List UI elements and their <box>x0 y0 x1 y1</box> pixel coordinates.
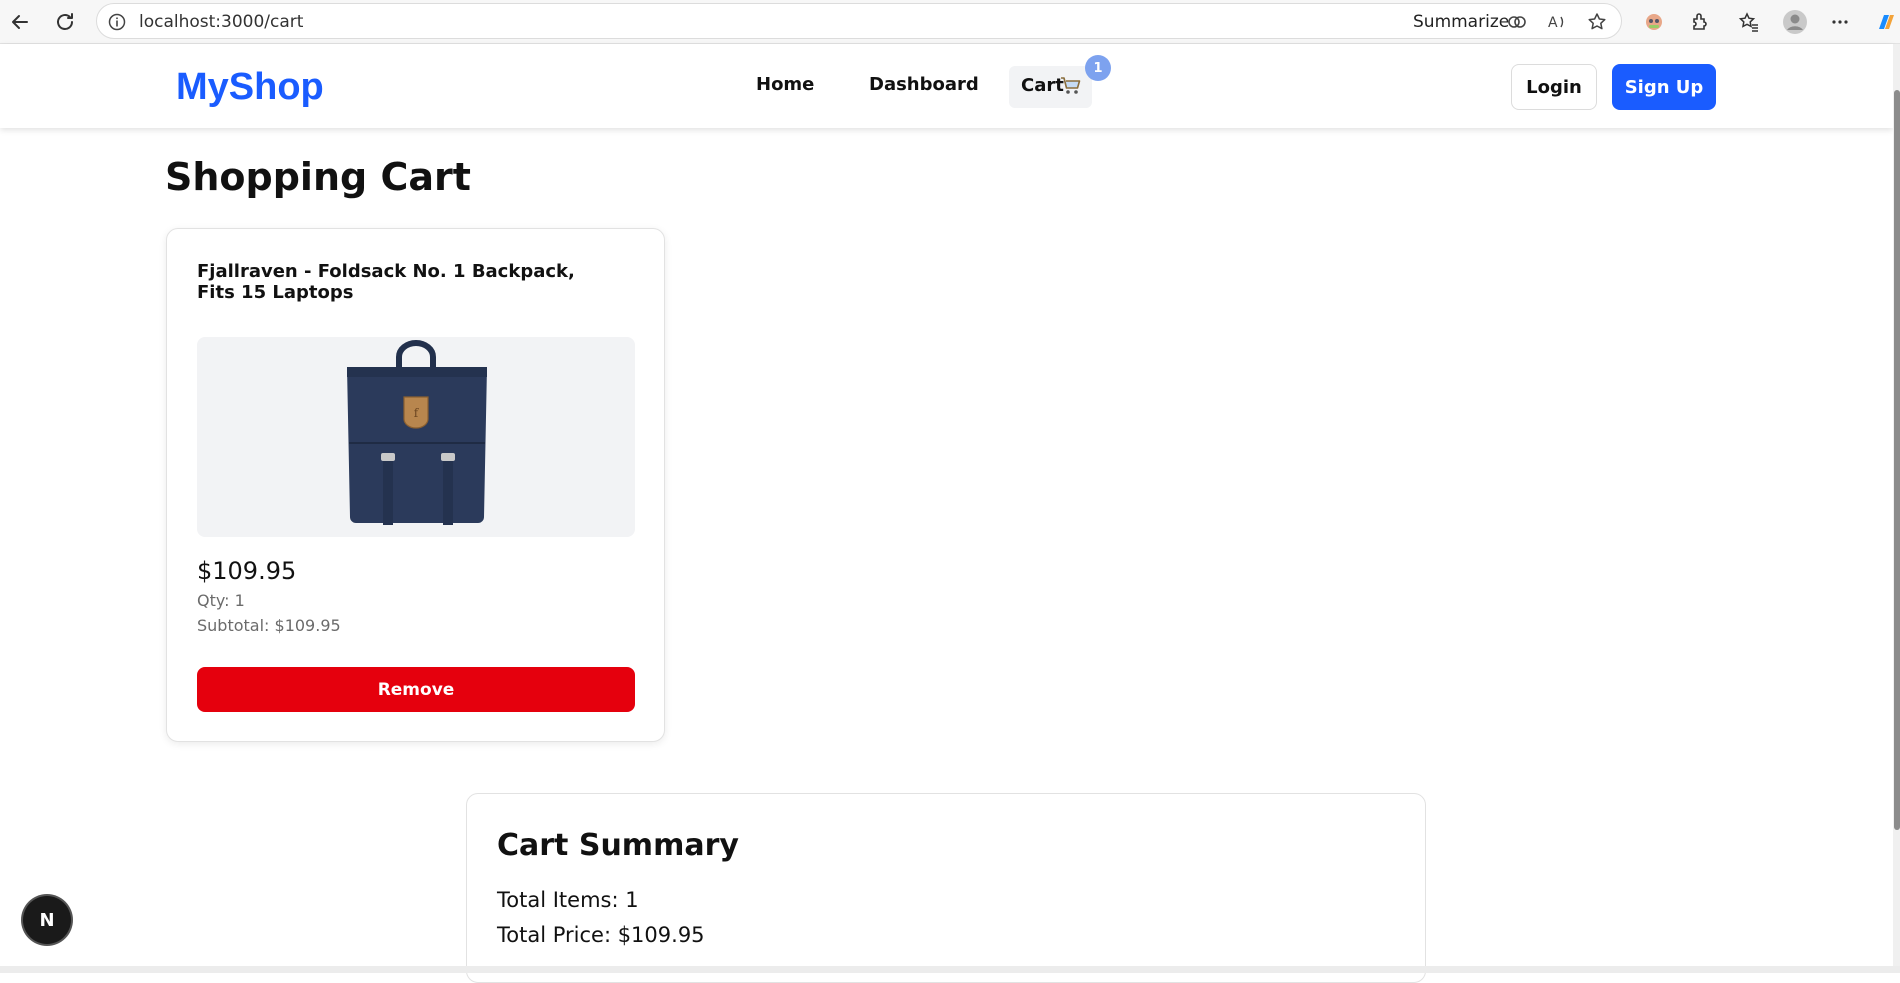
url-text[interactable]: localhost:3000/cart <box>139 12 303 32</box>
browser-toolbar: localhost:3000/cart Summarize A <box>0 0 1900 44</box>
info-icon[interactable] <box>107 12 127 32</box>
signup-button[interactable]: Sign Up <box>1612 64 1716 110</box>
summary-total-items: Total Items: 1 <box>497 888 639 912</box>
scrollbar-thumb[interactable] <box>1894 90 1900 830</box>
nav-cart-link[interactable]: Cart <box>1009 66 1092 108</box>
copilot-icon[interactable] <box>1505 10 1529 34</box>
cart-summary: Cart Summary Total Items: 1 Total Price:… <box>466 793 1426 983</box>
remove-button[interactable]: Remove <box>197 667 635 712</box>
product-title: Fjallraven - Foldsack No. 1 Backpack, Fi… <box>197 261 575 303</box>
nextjs-icon[interactable]: N <box>23 896 71 944</box>
copilot-sidebar-icon[interactable] <box>1872 8 1900 36</box>
summarize-button[interactable]: Summarize <box>1413 12 1509 32</box>
nav-cart-label: Cart <box>1021 75 1064 96</box>
reload-icon[interactable] <box>51 8 79 36</box>
svg-text:N: N <box>39 910 54 931</box>
extensions-icon[interactable] <box>1685 8 1713 36</box>
back-icon[interactable] <box>6 8 34 36</box>
login-button[interactable]: Login <box>1511 64 1597 110</box>
favorites-icon[interactable] <box>1735 8 1763 36</box>
nav-dashboard-link[interactable]: Dashboard <box>869 74 979 95</box>
cart-count-badge: 1 <box>1085 55 1111 81</box>
favorite-star-icon[interactable] <box>1585 10 1609 34</box>
address-bar[interactable]: localhost:3000/cart Summarize A <box>96 3 1622 39</box>
profile-icon[interactable] <box>1781 8 1809 36</box>
window-bottom-edge <box>0 966 1900 973</box>
page-title: Shopping Cart <box>165 155 471 199</box>
more-icon[interactable] <box>1826 8 1854 36</box>
product-subtotal: Subtotal: $109.95 <box>197 616 341 635</box>
backpack-image: f <box>347 340 487 525</box>
read-aloud-icon[interactable]: A <box>1545 10 1569 34</box>
extension-avatar-icon[interactable] <box>1640 8 1668 36</box>
cart-icon <box>1061 77 1081 94</box>
svg-text:A: A <box>1548 15 1558 31</box>
navbar: MyShop Home Dashboard Cart 1 Login Sign … <box>0 44 1893 128</box>
product-price: $109.95 <box>197 557 297 585</box>
cart-item-card: Fjallraven - Foldsack No. 1 Backpack, Fi… <box>166 228 665 742</box>
summary-total-price: Total Price: $109.95 <box>497 923 705 947</box>
summary-title: Cart Summary <box>497 828 739 863</box>
brand-logo[interactable]: MyShop <box>176 66 324 109</box>
product-image: f <box>197 337 635 537</box>
product-qty: Qty: 1 <box>197 591 245 610</box>
nav-home-link[interactable]: Home <box>756 74 814 95</box>
